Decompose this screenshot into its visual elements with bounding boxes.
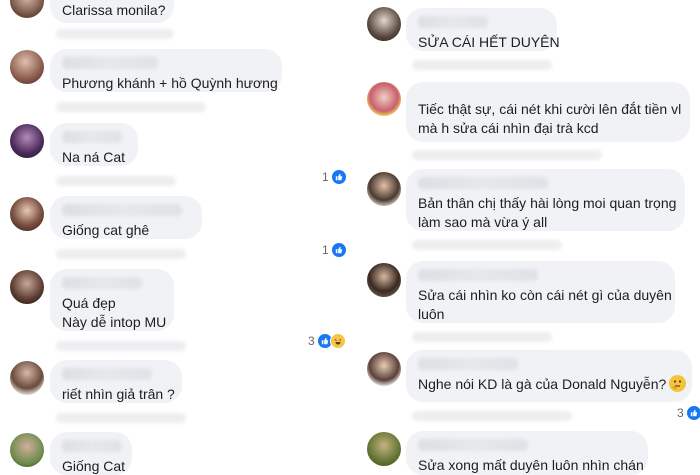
comment-actions-blurred — [56, 413, 186, 423]
comment-text: Quá đẹp — [62, 295, 116, 311]
comment-bubble: Sửa xong mất duyên luôn nhìn chán — [406, 431, 648, 475]
comment-text: làm sao mà vừa ý all — [418, 214, 548, 230]
comment-actions-blurred — [412, 150, 602, 160]
comment-text: Sửa xong mất duyên luôn nhìn chán — [418, 457, 644, 473]
comment-text: Phương khánh + hồ Quỳnh hương — [62, 75, 278, 91]
avatar[interactable] — [10, 0, 44, 18]
comment-text: Nghe nói KD là gà của Donald Nguyễn? — [418, 375, 687, 394]
comment-bubble: Nghe nói KD là gà của Donald Nguyễn? — [406, 350, 692, 402]
comment-bubble: Quá đẹp Này dễ intop MU — [50, 269, 174, 331]
thumbs-up-icon — [330, 242, 347, 258]
avatar[interactable] — [367, 82, 401, 116]
comment-text: Giống cat ghê — [62, 222, 150, 238]
avatar[interactable] — [10, 197, 44, 231]
comment-text: riết nhìn giả trân ? — [62, 386, 175, 402]
comment-actions-blurred — [412, 240, 562, 250]
comment-actions-blurred — [412, 60, 552, 70]
reaction-count[interactable]: 3 — [677, 405, 700, 421]
comment-actions-blurred — [412, 332, 552, 342]
comment-bubble: Phương khánh + hồ Quỳnh hương — [50, 49, 282, 92]
comment-bubble: SỬA CÁI HẾT DUYÊN — [406, 8, 560, 51]
comment-actions-blurred — [56, 102, 206, 112]
comment-text: Này dễ intop MU — [62, 314, 167, 330]
comment-column-left: Clarissa monila? Phương khánh + hồ Quỳnh… — [0, 0, 352, 475]
laughing-emoji-icon — [329, 333, 346, 349]
avatar[interactable] — [367, 263, 401, 297]
comment-text: Sửa cái nhìn ko còn cái nét gì của duyên — [418, 287, 672, 303]
reaction-count[interactable]: 3 — [308, 333, 346, 349]
avatar[interactable] — [10, 361, 44, 395]
thinking-face-emoji — [669, 375, 687, 392]
comment-text: mà h sửa cái nhìn đại trà kcd — [418, 120, 599, 136]
avatar[interactable] — [367, 7, 401, 41]
thumbs-up-icon — [330, 169, 347, 185]
comment-text: Bản thân chị thấy hài lòng moi quan trọn… — [418, 195, 677, 211]
comment-text: SỬA CÁI HẾT DUYÊN — [418, 34, 560, 50]
comment-bubble: Sửa cái nhìn ko còn cái nét gì của duyên… — [406, 261, 675, 323]
thumbs-up-icon — [685, 405, 700, 421]
avatar[interactable] — [367, 172, 401, 206]
avatar[interactable] — [367, 432, 401, 466]
comment-actions-blurred — [56, 249, 186, 259]
comment-actions-blurred — [56, 29, 174, 39]
comment-bubble: Tiếc thật sự, cái nét khi cười lên đắt t… — [406, 82, 690, 142]
avatar[interactable] — [10, 124, 44, 158]
comment-text: luôn — [418, 306, 445, 322]
avatar[interactable] — [10, 433, 44, 467]
comment-text: Na ná Cat — [62, 149, 126, 165]
comment-bubble: Giống cat ghê — [50, 196, 202, 239]
comment-text: Tiếc thật sự, cái nét khi cười lên đắt t… — [418, 101, 682, 117]
comment-bubble: Na ná Cat — [50, 123, 138, 166]
avatar[interactable] — [10, 270, 44, 304]
comment-bubble: Giống Cat — [50, 432, 132, 475]
reaction-count[interactable]: 1 — [322, 169, 347, 185]
comment-actions-blurred — [56, 176, 176, 186]
comment-column-right: SỬA CÁI HẾT DUYÊN Tiếc thật sự, cái nét … — [352, 0, 700, 475]
comment-bubble: Bản thân chị thấy hài lòng moi quan trọn… — [406, 169, 685, 231]
reaction-count[interactable]: 1 — [322, 242, 347, 258]
comment-text: Clarissa monila? — [62, 2, 166, 18]
comment-actions-blurred — [412, 411, 572, 421]
comment-bubble: Clarissa monila? — [50, 0, 174, 23]
comment-bubble: riết nhìn giả trân ? — [50, 360, 182, 403]
comment-actions-blurred — [56, 341, 186, 351]
comment-text: Giống Cat — [62, 458, 126, 474]
avatar[interactable] — [10, 50, 44, 84]
avatar[interactable] — [367, 352, 401, 386]
